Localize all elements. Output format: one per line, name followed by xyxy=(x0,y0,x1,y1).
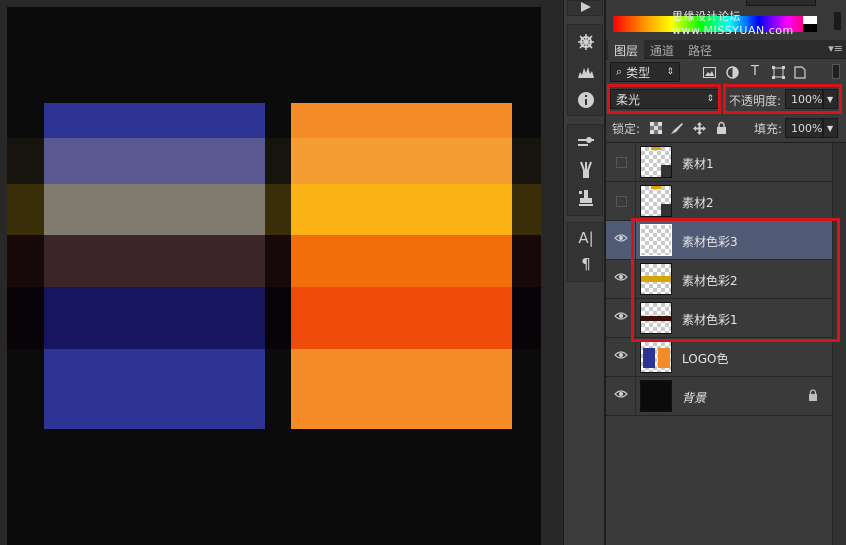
lock-label: 锁定: xyxy=(612,122,641,136)
tab-channels[interactable]: 通道 xyxy=(644,40,680,59)
panel-menu-icon[interactable]: ▾≡ xyxy=(828,42,843,55)
character-icon[interactable]: A| xyxy=(574,227,598,249)
layer-thumbnail[interactable] xyxy=(640,146,672,178)
band-3-blue xyxy=(44,235,265,287)
band-4-blue xyxy=(44,287,265,349)
navigator-icon[interactable] xyxy=(574,31,598,53)
highlight-blend-mode xyxy=(607,84,721,114)
chevron-updown-icon: ⇕ xyxy=(666,67,674,77)
color-value-field[interactable] xyxy=(746,0,816,6)
layer-thumbnail[interactable] xyxy=(640,341,672,373)
fill-field[interactable]: 100% xyxy=(785,118,823,138)
panel-tabs: 图层 通道 路径 ▾≡ xyxy=(606,40,846,59)
filter-shape-icon[interactable] xyxy=(771,65,785,79)
layer-name[interactable]: LOGO色 xyxy=(682,350,728,367)
band-3-orange xyxy=(291,235,512,287)
layer-divider xyxy=(635,377,636,416)
highlight-color-layers xyxy=(631,218,840,342)
band-1-orange xyxy=(291,138,512,184)
color-panel-scroll[interactable] xyxy=(834,12,841,30)
canvas-area xyxy=(0,0,563,545)
fill-dropdown[interactable]: ▼ xyxy=(823,118,838,138)
lock-icon xyxy=(808,389,818,404)
eye-icon[interactable] xyxy=(614,272,628,286)
eye-icon[interactable] xyxy=(614,233,628,247)
lock-position-icon[interactable] xyxy=(692,121,706,135)
layer-row[interactable]: 背景 xyxy=(606,377,832,416)
layer-thumbnail[interactable] xyxy=(640,380,672,412)
eye-icon[interactable] xyxy=(614,350,628,364)
band-3 xyxy=(7,235,541,287)
tool-group-info xyxy=(567,24,603,116)
layer-divider xyxy=(635,182,636,221)
band-4-orange xyxy=(291,287,512,349)
band-1-blue xyxy=(44,138,265,184)
play-icon[interactable] xyxy=(574,0,598,18)
layer-name[interactable]: 背景 xyxy=(682,389,706,406)
tab-layers[interactable]: 图层 xyxy=(608,40,645,59)
band-1 xyxy=(7,138,541,184)
search-icon: ⌕ xyxy=(616,65,623,78)
brush-icon[interactable] xyxy=(574,159,598,181)
filter-adjustment-icon[interactable] xyxy=(725,65,739,79)
tab-paths[interactable]: 路径 xyxy=(682,40,718,59)
layer-divider xyxy=(635,143,636,182)
layer-name[interactable]: 素材2 xyxy=(682,194,714,211)
watermark-text: 思缘设计论坛 www.MISSYUAN.com xyxy=(672,10,794,37)
filter-toggle[interactable] xyxy=(832,64,840,79)
tool-group-brush xyxy=(567,124,603,216)
paragraph-icon[interactable]: ¶ xyxy=(574,253,598,275)
color-panel: 思缘设计论坛 www.MISSYUAN.com xyxy=(606,0,846,40)
histogram-icon[interactable] xyxy=(574,61,598,83)
filter-pixel-icon[interactable] xyxy=(702,65,716,79)
brush-presets-icon[interactable] xyxy=(574,129,598,151)
filter-kind-label: 类型 xyxy=(626,65,651,80)
layer-row[interactable]: LOGO色 xyxy=(606,338,832,377)
layer-name[interactable]: 素材1 xyxy=(682,155,714,172)
band-2-orange xyxy=(291,184,512,235)
band-4 xyxy=(7,287,541,349)
eye-icon[interactable] xyxy=(614,389,628,403)
layer-row[interactable]: 素材2 xyxy=(606,182,832,221)
band-2-blue xyxy=(44,184,265,235)
visibility-toggle[interactable] xyxy=(616,196,627,207)
filter-kind-select[interactable]: ⌕ 类型 ⇕ xyxy=(610,62,680,82)
photoshop-window: A| ¶ 思缘设计论坛 www.MISSYUAN.com 图层 通道 路径 ▾≡… xyxy=(0,0,846,545)
layer-list: 素材1 素材2 素材色彩3 素材色彩2 素材色彩1 LOGO色 背景 xyxy=(606,143,833,545)
highlight-opacity xyxy=(723,84,842,114)
filter-type-icon[interactable]: T xyxy=(748,64,762,79)
layer-row[interactable]: 素材1 xyxy=(606,143,832,182)
panel-dock-strip: A| ¶ xyxy=(563,0,604,545)
filter-smart-object-icon[interactable] xyxy=(793,65,807,79)
tool-group-top xyxy=(567,0,603,16)
lock-transparent-icon[interactable] xyxy=(649,121,663,135)
info-icon[interactable] xyxy=(574,89,598,111)
lock-pixels-icon[interactable] xyxy=(670,121,684,135)
visibility-toggle[interactable] xyxy=(616,157,627,168)
document-canvas[interactable] xyxy=(7,7,541,545)
band-2 xyxy=(7,184,541,235)
layers-scrollbar[interactable] xyxy=(832,143,846,545)
eye-icon[interactable] xyxy=(614,311,628,325)
layer-thumbnail[interactable] xyxy=(640,185,672,217)
clone-source-icon[interactable] xyxy=(574,187,598,209)
tool-group-type: A| ¶ xyxy=(567,222,603,282)
layer-divider xyxy=(635,338,636,377)
lock-all-icon[interactable] xyxy=(714,120,728,134)
fill-label: 填充: xyxy=(754,122,783,136)
